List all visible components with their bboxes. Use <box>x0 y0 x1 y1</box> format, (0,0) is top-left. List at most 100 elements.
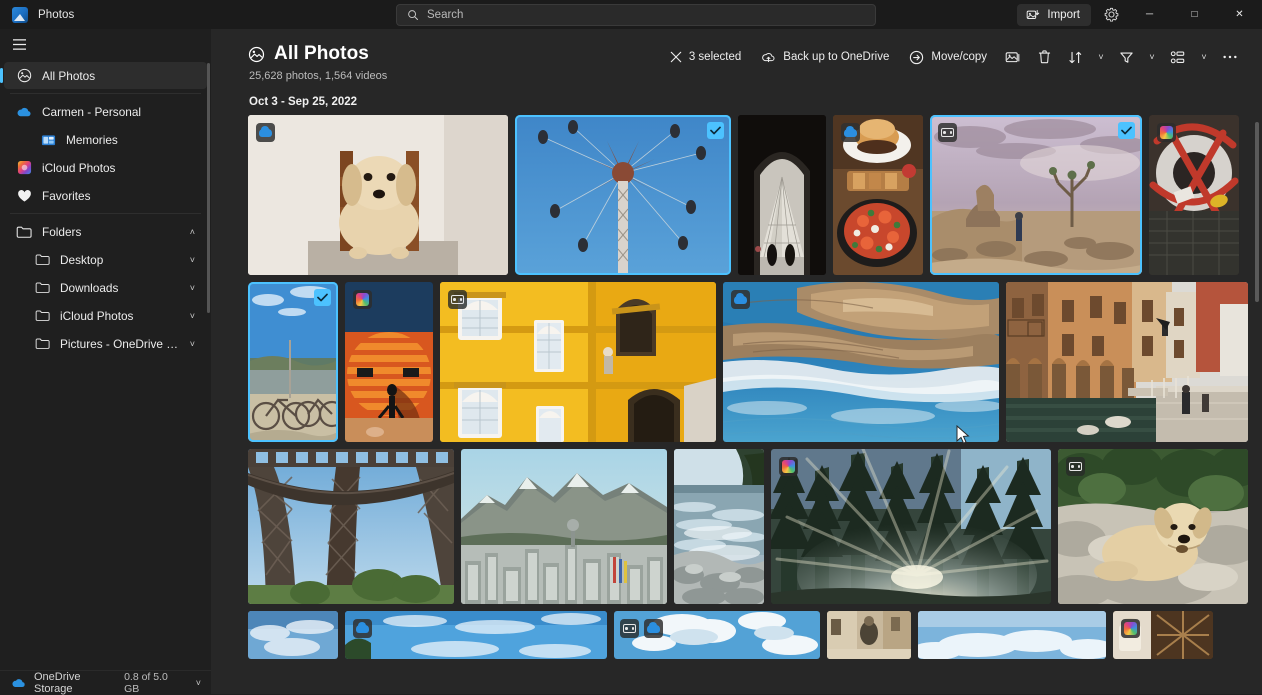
sidebar-item-carmen-personal[interactable]: Carmen - Personal <box>4 98 207 125</box>
sidebar-item-memories[interactable]: Memories <box>4 126 207 153</box>
onedrive-badge-icon <box>353 619 372 638</box>
filter-chevron-down-icon[interactable]: ˅ <box>1142 43 1162 71</box>
maximize-button[interactable]: □ <box>1172 0 1217 29</box>
folder-outline-icon <box>34 252 50 268</box>
sort-button[interactable] <box>1060 43 1091 71</box>
grid-scrollbar[interactable] <box>1255 122 1259 302</box>
chevron-up-icon[interactable]: ˄ <box>190 227 195 237</box>
sort-control: ˅ <box>1060 43 1111 71</box>
selection-checkmark-icon[interactable] <box>1118 122 1135 139</box>
sidebar-divider <box>10 93 201 94</box>
command-bar: 3 selected Back up to OneDrive Move/copy <box>660 43 1246 71</box>
delete-button[interactable] <box>1029 43 1060 71</box>
more-options-button[interactable] <box>1214 43 1246 71</box>
import-icon <box>1026 8 1040 22</box>
photo-street-scene-person[interactable] <box>827 611 911 659</box>
onedrive-badge-icon <box>644 619 663 638</box>
sidebar-item-downloads[interactable]: Downloads ˅ <box>4 274 207 301</box>
onedrive-storage-bar[interactable]: OneDrive Storage 0.8 of 5.0 GB ˅ <box>0 670 211 694</box>
photo-sky-clouds-wide[interactable] <box>918 611 1106 659</box>
sidebar-label: Favorites <box>42 189 91 203</box>
move-copy-button[interactable]: Move/copy <box>899 43 997 71</box>
trash-icon <box>1037 49 1052 65</box>
photo-yellow-palace-sintra[interactable] <box>440 282 716 442</box>
sidebar-item-desktop[interactable]: Desktop ˅ <box>4 246 207 273</box>
photo-red-abstract-art[interactable] <box>1149 115 1239 275</box>
backup-to-onedrive-button[interactable]: Back up to OneDrive <box>751 43 899 71</box>
sidebar-item-favorites[interactable]: Favorites <box>4 182 207 209</box>
app-title: Photos <box>38 9 74 21</box>
settings-button[interactable] <box>1095 0 1127 29</box>
all-photos-icon <box>248 46 265 63</box>
photo-forest-sunbeams[interactable] <box>771 449 1051 604</box>
photo-food-table[interactable] <box>833 115 923 275</box>
move-copy-label: Move/copy <box>931 51 987 63</box>
more-ellipsis-icon <box>1222 54 1238 60</box>
search-input[interactable]: Search <box>396 4 876 26</box>
selection-checkmark-icon[interactable] <box>314 289 331 306</box>
minimize-button[interactable]: ─ <box>1127 0 1172 29</box>
date-group-header: Oct 3 - Sep 25, 2022 <box>249 96 1246 108</box>
chevron-down-icon[interactable]: ˅ <box>190 339 195 349</box>
chevron-down-icon[interactable]: ˅ <box>190 283 195 293</box>
photo-row <box>248 449 1246 604</box>
slideshow-button[interactable] <box>997 43 1029 71</box>
main-content: All Photos 25,628 photos, 1,564 videos 3… <box>212 29 1262 694</box>
sort-chevron-down-icon[interactable]: ˅ <box>1091 43 1111 71</box>
view-chevron-down-icon[interactable]: ˅ <box>1194 43 1214 71</box>
filter-control: ˅ <box>1111 43 1162 71</box>
photo-swing-ride-sky[interactable] <box>515 115 731 275</box>
view-layout-icon <box>1170 50 1186 65</box>
hamburger-menu-button[interactable] <box>0 29 211 59</box>
onedrive-cloud-icon <box>10 675 26 691</box>
photo-rocky-shoreline-sea[interactable] <box>674 449 764 604</box>
filter-icon <box>1119 50 1134 65</box>
sidebar-item-icloud-photos[interactable]: iCloud Photos <box>4 154 207 181</box>
clear-selection-button[interactable]: 3 selected <box>660 43 751 71</box>
photo-dog-on-rocks[interactable] <box>1058 449 1248 604</box>
sidebar-item-icloud-photos-folder[interactable]: iCloud Photos ˅ <box>4 302 207 329</box>
photo-coastal-cliffs-ocean[interactable] <box>723 282 999 442</box>
sort-icon <box>1068 50 1083 65</box>
sidebar-item-pictures-onedrive[interactable]: Pictures - OneDrive Personal ˅ <box>4 330 207 357</box>
photo-grid-scroll-area[interactable]: Oct 3 - Sep 25, 2022 <box>212 82 1262 694</box>
photo-joshua-tree-desert[interactable] <box>930 115 1142 275</box>
minimize-glyph: ─ <box>1146 10 1153 20</box>
cloud-upload-icon <box>761 50 776 64</box>
chevron-down-icon[interactable]: ˅ <box>196 678 201 688</box>
chevron-down-icon[interactable]: ˅ <box>190 255 195 265</box>
photo-aerial-clouds[interactable] <box>614 611 820 659</box>
import-button[interactable]: Import <box>1017 4 1091 26</box>
icloud-badge-icon <box>779 457 798 476</box>
photo-beach-bicycles[interactable] <box>248 282 338 442</box>
photo-orange-mural-wall[interactable] <box>345 282 433 442</box>
selection-checkmark-icon[interactable] <box>707 122 724 139</box>
video-badge-icon <box>448 290 467 309</box>
slideshow-icon <box>1005 50 1021 65</box>
chevron-down-icon[interactable]: ˅ <box>190 311 195 321</box>
filter-button[interactable] <box>1111 43 1142 71</box>
photo-louvre-pyramid[interactable] <box>738 115 826 275</box>
sidebar-scrollbar[interactable] <box>207 63 210 313</box>
photo-blue-sky-panorama[interactable] <box>345 611 607 659</box>
photo-interior-warm[interactable] <box>1113 611 1213 659</box>
page-subtitle: 25,628 photos, 1,564 videos <box>249 70 1244 82</box>
photo-row <box>248 282 1246 442</box>
close-button[interactable]: ✕ <box>1217 0 1262 29</box>
photo-vancouver-skyline-mountains[interactable] <box>461 449 667 604</box>
heart-icon <box>16 188 32 204</box>
photo-clouds-sky-a[interactable] <box>248 611 338 659</box>
photo-eiffel-tower-base[interactable] <box>248 449 454 604</box>
photo-dog-on-chair[interactable] <box>248 115 508 275</box>
sidebar-label: iCloud Photos <box>42 161 115 175</box>
photo-venice-canal-street[interactable] <box>1006 282 1248 442</box>
sidebar-item-all-photos[interactable]: All Photos <box>4 62 207 89</box>
onedrive-cloud-icon <box>16 104 32 120</box>
view-layout-button[interactable] <box>1162 43 1194 71</box>
backup-label: Back up to OneDrive <box>783 51 889 63</box>
sidebar-item-folders[interactable]: Folders ˄ <box>4 218 207 245</box>
folder-icon <box>16 224 32 240</box>
search-container[interactable]: Search <box>396 4 876 26</box>
sidebar: All Photos Carmen - Personal <box>0 29 212 694</box>
folder-outline-icon <box>34 308 50 324</box>
